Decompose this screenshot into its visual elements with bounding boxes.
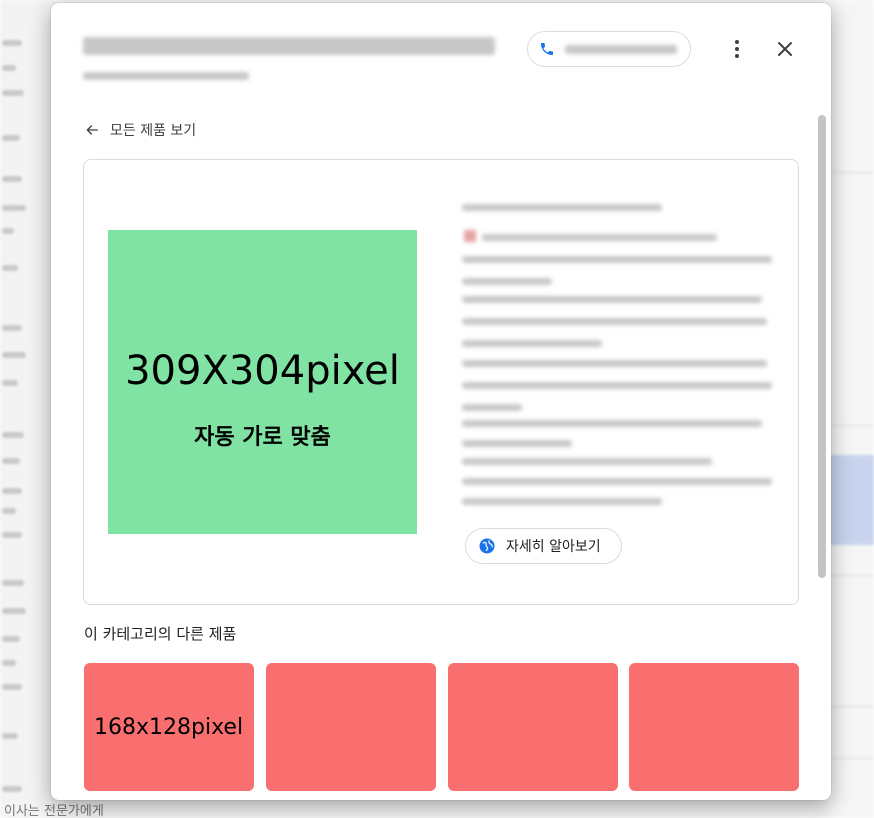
related-product-1[interactable]: 168x128pixel bbox=[84, 663, 254, 791]
phone-icon bbox=[541, 43, 553, 55]
related-product-4[interactable] bbox=[629, 663, 799, 791]
background-right-column bbox=[830, 0, 874, 818]
related-product-2[interactable] bbox=[266, 663, 436, 791]
learn-more-button[interactable]: 자세히 알아보기 bbox=[465, 528, 622, 564]
call-button[interactable] bbox=[527, 31, 691, 67]
product-dialog: 모든 제품 보기 309X304pixel 자동 가로 맞춤 자세히 알아보기 … bbox=[51, 3, 831, 800]
more-options-button[interactable] bbox=[725, 35, 749, 63]
close-button[interactable] bbox=[773, 37, 797, 61]
back-link-label: 모든 제품 보기 bbox=[110, 123, 197, 139]
background-left-column bbox=[0, 0, 58, 818]
product-detail-card: 309X304pixel 자동 가로 맞춤 자세히 알아보기 bbox=[83, 159, 799, 605]
image-size-label: 309X304pixel bbox=[125, 348, 400, 394]
back-to-all-products-link[interactable]: 모든 제품 보기 bbox=[84, 119, 196, 141]
thumbnail-size-label: 168x128pixel bbox=[94, 715, 244, 740]
more-vert-icon bbox=[735, 40, 739, 44]
related-product-3[interactable] bbox=[448, 663, 618, 791]
product-description-redacted bbox=[462, 194, 772, 514]
business-name-redacted bbox=[83, 37, 495, 55]
image-fit-label: 자동 가로 맞춤 bbox=[194, 425, 331, 450]
related-products-heading: 이 카테고리의 다른 제품 bbox=[84, 625, 237, 643]
close-icon bbox=[778, 42, 792, 56]
background-highlight bbox=[830, 455, 874, 545]
scrollbar-thumb[interactable] bbox=[818, 115, 826, 578]
business-name bbox=[83, 35, 495, 57]
globe-icon bbox=[479, 538, 495, 554]
business-subtitle-redacted bbox=[83, 72, 249, 80]
arrow-left-icon bbox=[86, 125, 98, 135]
learn-more-label: 자세히 알아보기 bbox=[506, 539, 601, 555]
product-image[interactable]: 309X304pixel 자동 가로 맞춤 bbox=[108, 230, 417, 534]
background-text: 이사는 전문가에게 bbox=[4, 804, 104, 818]
phone-number-redacted bbox=[565, 44, 677, 54]
